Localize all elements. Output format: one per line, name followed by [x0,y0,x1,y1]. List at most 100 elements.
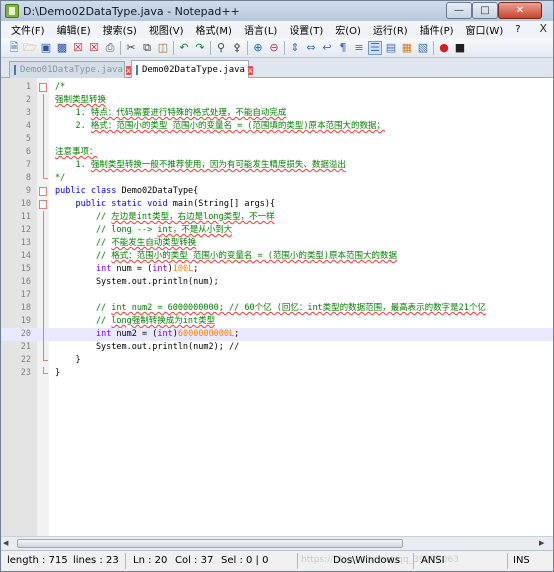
code-token: public class [55,186,122,196]
code-line[interactable]: 18 // int num2 = 6000000000; // 60个亿 (回忆… [1,302,553,315]
code-line[interactable]: 11 // 左边是int类型，右边是long类型，不一样 [1,211,553,224]
fold-toggle-icon[interactable] [39,83,47,92]
folder-workspace-icon[interactable]: ▧ [416,41,430,55]
code-line[interactable]: 23} [1,367,553,380]
copy-icon[interactable]: ⧉ [140,41,154,55]
doc-map-icon[interactable]: ▤ [384,41,398,55]
scroll-left-icon[interactable]: ◀ [3,539,13,549]
new-file-icon[interactable]: 🗎 [7,41,21,55]
indent-guide-icon[interactable]: ≡ [352,41,366,55]
close-all-icon[interactable]: ☒ [87,41,101,55]
code-line[interactable]: 19 // long强制转换成为int类型 [1,315,553,328]
sync-vertical-icon[interactable]: ⇕ [288,41,302,55]
cut-icon[interactable]: ✂ [124,41,138,55]
tab-demo02[interactable]: Demo02DataType.java x [131,60,253,79]
code-token: main(String[] args){ [172,199,276,209]
minimize-icon: — [454,5,464,16]
menu-macro[interactable]: 宏(O) [329,22,367,37]
minimize-button[interactable]: — [446,2,472,19]
redo-icon[interactable]: ↷ [193,41,207,55]
code-line[interactable]: 16 System.out.println(num); [1,276,553,289]
code-token: 左边是int类型，右边是long类型，不一样 [111,212,275,222]
close-file-icon[interactable]: ☒ [71,41,85,55]
code-line[interactable]: 8 */ [1,172,553,185]
menu-search[interactable]: 搜索(S) [97,22,143,37]
fold-guide-line [43,250,44,263]
user-language-icon[interactable]: ☰ [368,41,382,55]
code-line[interactable]: 17 [1,289,553,302]
code-line[interactable]: 9 public class Demo02DataType{ [1,185,553,198]
replace-icon[interactable]: ⚴ [230,41,244,55]
code-token: public static void [55,199,173,209]
line-number: 6 [25,147,31,157]
scroll-right-icon[interactable]: ▶ [539,539,549,549]
fold-toggle-icon[interactable] [39,200,47,209]
code-line[interactable]: 4 2. 格式：范围小的类型 范围小的变量名 = (范围填的类型)原本范围大的数… [1,120,553,133]
tab-demo01[interactable]: Demo01DataType.java x [9,61,131,78]
code-line[interactable]: 1 /* [1,81,553,94]
code-token: } [55,355,81,365]
word-wrap-icon[interactable]: ↩ [320,41,334,55]
menu-plugins[interactable]: 插件(P) [414,22,460,37]
code-line[interactable]: 22 } [1,354,553,367]
menu-window[interactable]: 窗口(W) [460,22,510,37]
code-line[interactable]: 14 // 格式：范围小的类型 范围小的变量名 = (范围小的类型)原本范围大的… [1,250,553,263]
menu-format[interactable]: 格式(M) [190,22,238,37]
code-line[interactable]: 15 int num = (int)100L; [1,263,553,276]
paste-icon[interactable]: ◫ [156,41,170,55]
open-file-icon[interactable]: 🗁 [23,41,37,55]
menu-settings[interactable]: 设置(T) [283,22,329,37]
print-icon[interactable]: ⎙ [103,41,117,55]
close-button[interactable]: ✕ [498,2,542,19]
find-icon[interactable]: ⚲ [214,41,228,55]
menu-help[interactable]: ? [509,24,526,35]
code-line[interactable]: 13 // 不能发生自动类型转换 [1,237,553,250]
record-macro-icon[interactable]: ● [437,41,451,55]
save-all-icon[interactable]: ▩ [55,41,69,55]
fold-toggle-icon[interactable] [39,187,47,196]
close-document-button[interactable]: X [539,22,547,35]
function-list-icon[interactable]: ▦ [400,41,414,55]
menu-language[interactable]: 语言(L) [238,22,283,37]
code-token: Demo02DataType{ [121,186,199,196]
maximize-button[interactable]: □ [472,2,498,19]
toolbar-separator [210,41,211,55]
menu-edit[interactable]: 编辑(E) [51,22,97,37]
fold-guide-line [43,120,44,133]
menu-view[interactable]: 视图(V) [143,22,190,37]
tab-close-icon[interactable]: x [247,65,253,75]
code-line[interactable]: 12 // long --> int，不是从小到大 [1,224,553,237]
save-icon[interactable]: ▣ [39,41,53,55]
status-eol: Dos\Windows [333,555,401,566]
line-number: 21 [20,342,31,352]
line-number: 11 [20,212,31,222]
show-all-chars-icon[interactable]: ¶ [336,41,350,55]
status-encoding: ANSI [421,555,445,566]
stop-macro-icon[interactable]: ■ [453,41,467,55]
code-line[interactable]: 10 public static void main(String[] args… [1,198,553,211]
code-line[interactable]: 3 1. 特点：代码需要进行特殊的格式处理，不能自动完成 [1,107,553,120]
undo-icon[interactable]: ↶ [177,41,191,55]
code-line[interactable]: 5 [1,133,553,146]
code-token: 1. [55,160,91,170]
sync-horizontal-icon[interactable]: ⇔ [304,41,318,55]
zoom-in-icon[interactable]: ⊕ [251,41,265,55]
code-token: num = ( [111,264,153,274]
code-token: // [55,316,112,326]
fold-guide-line [43,107,44,120]
zoom-out-icon[interactable]: ⊖ [267,41,281,55]
close-icon: ✕ [515,5,525,16]
scrollbar-thumb[interactable] [17,539,403,548]
code-line[interactable]: 6 注意事项： [1,146,553,159]
status-divider [125,553,126,569]
code-line[interactable]: 20 int num2 = (int)6000000000L; [1,328,553,341]
code-line[interactable]: 2 强制类型转换 [1,94,553,107]
menu-file[interactable]: 文件(F) [5,22,51,37]
code-line[interactable]: 21 System.out.println(num2); // [1,341,553,354]
code-editor[interactable]: 1/* 2 强制类型转换 3 1. 特点：代码需要进行特殊的格式处理，不能自动完成 4 … [1,78,553,536]
menu-run[interactable]: 运行(R) [367,22,414,37]
line-text: */ [55,172,65,185]
horizontal-scrollbar[interactable]: ◀ ▶ [1,536,553,550]
toolbar: 🗎 🗁 ▣ ▩ ☒ ☒ ⎙ ✂ ⧉ ◫ ↶ ↷ ⚲ ⚴ ⊕ ⊖ ⇕ ⇔ ↩ ¶ … [1,38,553,58]
code-line[interactable]: 7 1. 强制类型转换一般不推荐使用，因为有可能发生精度损失、数据溢出 [1,159,553,172]
